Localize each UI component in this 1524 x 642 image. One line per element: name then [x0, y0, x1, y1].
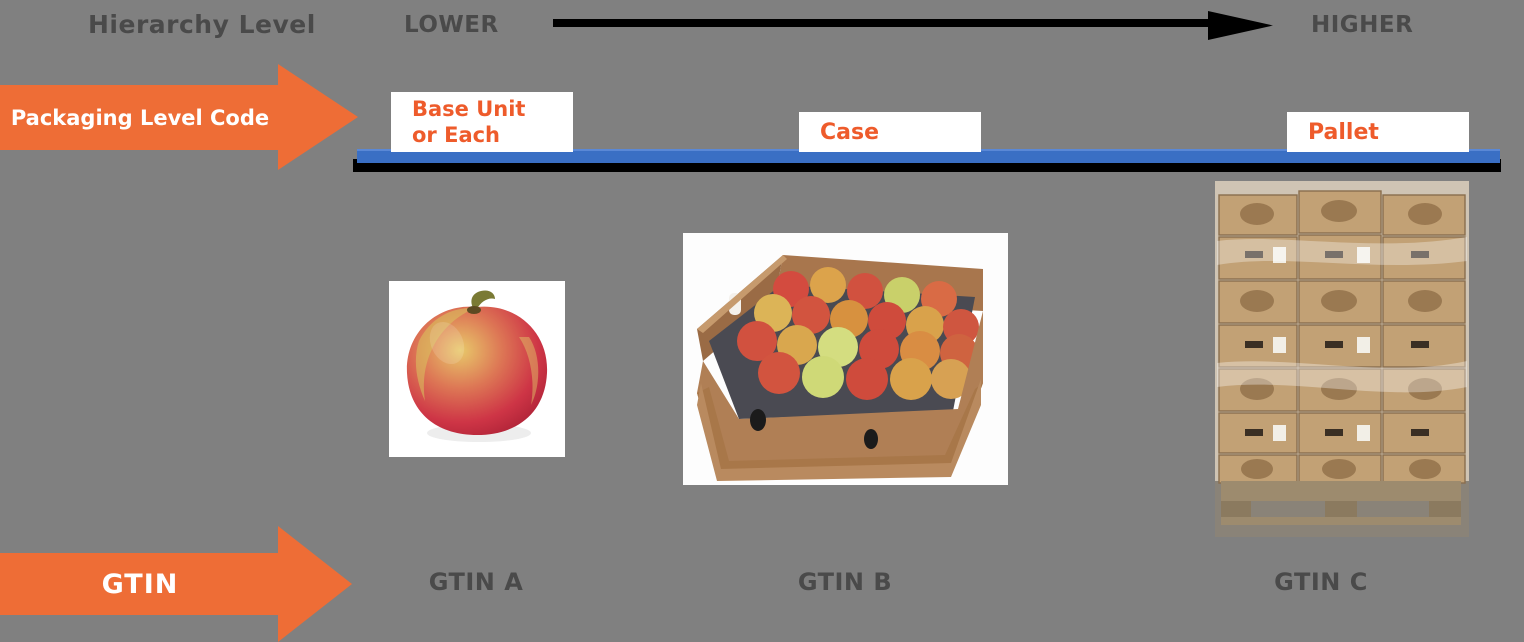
- gtin-arrow: GTIN: [0, 526, 352, 642]
- hierarchy-lower-label: LOWER: [404, 12, 499, 38]
- level-box-case: Case: [799, 112, 981, 152]
- case-of-apples-photo: [683, 233, 1008, 485]
- gtin-arrow-label: GTIN: [101, 568, 179, 600]
- level-box-base-unit-line1: Base Unit: [412, 97, 526, 121]
- hierarchy-level-title: Hierarchy Level: [88, 10, 316, 39]
- gtin-a-caption: GTIN A: [428, 568, 524, 596]
- level-box-base-unit: Base Unit or Each: [391, 92, 573, 152]
- right-arrow-icon: [553, 8, 1277, 44]
- level-box-base-unit-line2: or Each: [412, 123, 501, 147]
- level-box-pallet: Pallet: [1287, 112, 1469, 152]
- gtin-c-caption: GTIN C: [1274, 568, 1368, 596]
- packaging-hierarchy-diagram: Hierarchy Level LOWER HIGHER Packaging L…: [0, 0, 1524, 642]
- level-box-pallet-label: Pallet: [1308, 119, 1379, 145]
- gtin-b-caption: GTIN B: [797, 568, 893, 596]
- single-apple-photo: [389, 281, 565, 457]
- pallet-of-boxes-photo: [1215, 181, 1469, 537]
- packaging-level-code-arrow: Packaging Level Code: [0, 64, 358, 170]
- hierarchy-higher-label: HIGHER: [1311, 12, 1414, 38]
- arrow-head-icon: [278, 526, 352, 642]
- level-box-case-label: Case: [820, 119, 880, 145]
- packaging-level-code-label: Packaging Level Code: [10, 105, 270, 130]
- arrow-head-icon: [278, 64, 358, 170]
